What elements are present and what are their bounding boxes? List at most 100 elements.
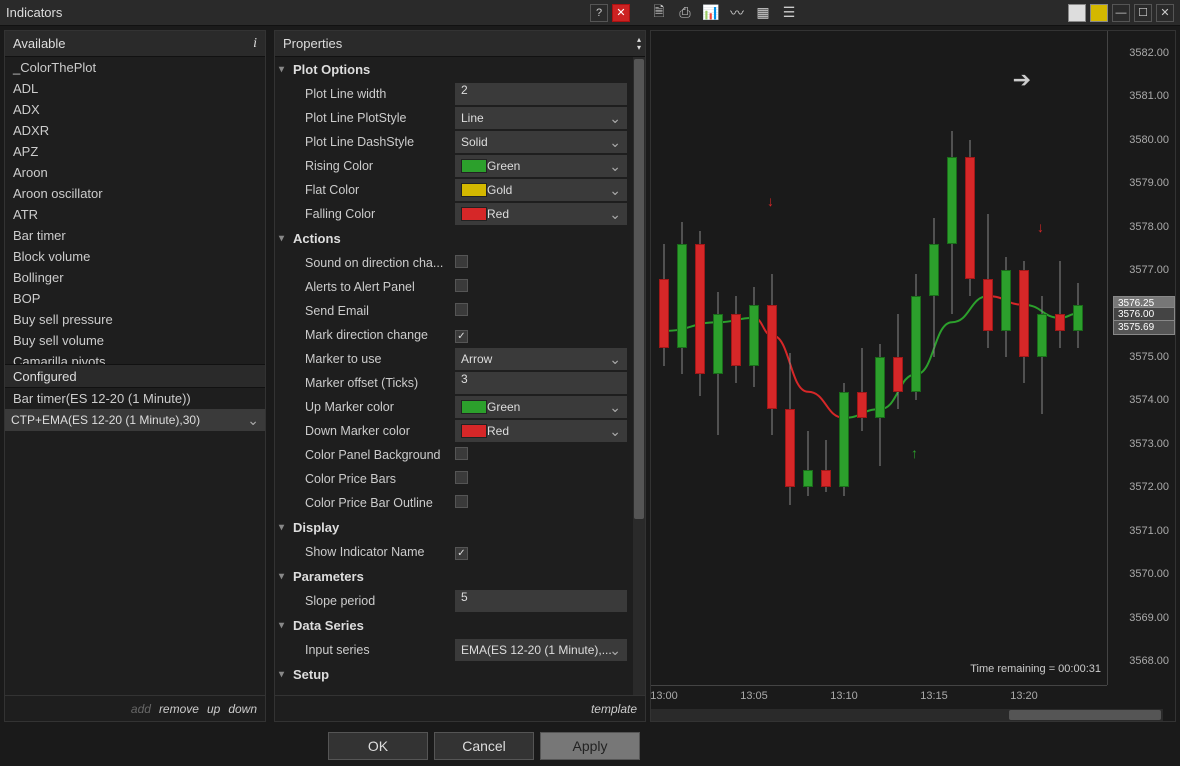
available-item[interactable]: Camarilla pivots [5,351,265,364]
row-plot-line-width: Plot Line width2 [275,82,633,106]
available-footer: add remove up down [5,695,265,721]
mark-direction-checkbox[interactable]: ✓ [455,330,468,343]
available-item[interactable]: ADX [5,99,265,120]
available-item[interactable]: ATR [5,204,265,225]
available-item[interactable]: Buy sell volume [5,330,265,351]
alerts-panel-checkbox[interactable] [455,279,468,292]
properties-footer: template [275,695,645,721]
properties-scrollbar[interactable] [633,57,645,695]
color-panel-bg-checkbox[interactable] [455,447,468,460]
configured-list[interactable]: Bar timer(ES 12-20 (1 Minute))CTP+EMA(ES… [5,388,265,695]
row-slope-period-label: Slope period [305,594,455,608]
row-falling-color: Falling Color Red [275,202,633,226]
group-display[interactable]: Display [275,515,633,540]
available-item[interactable]: Aroon [5,162,265,183]
time-tick: 13:20 [1010,690,1038,702]
maximize-icon[interactable]: ☐ [1134,4,1152,22]
properties-scroll[interactable]: Plot OptionsPlot Line width2 Plot Line Pl… [275,57,645,695]
show-indicator-name-checkbox[interactable]: ✓ [455,547,468,560]
available-item[interactable]: BOP [5,288,265,309]
tool-icon-4[interactable]: 〰 [726,4,748,22]
group-setup[interactable]: Setup [275,662,633,687]
apply-button[interactable]: Apply [540,732,640,760]
available-item[interactable]: _ColorThePlot [5,57,265,78]
price-tick: 3579.00 [1129,177,1169,189]
price-tick: 3581.00 [1129,90,1169,102]
swatch-white-icon[interactable] [1068,4,1086,22]
ok-button[interactable]: OK [328,732,428,760]
color-price-bars-checkbox[interactable] [455,471,468,484]
up-marker-color-select[interactable]: Green [455,396,627,418]
up-button[interactable]: up [207,702,220,716]
sound-on-direction-checkbox[interactable] [455,255,468,268]
up-marker-icon: ↑ [911,445,918,461]
price-tick: 3571.00 [1129,525,1169,537]
close-icon[interactable]: ✕ [1156,4,1174,22]
row-rising-color-label: Rising Color [305,159,455,173]
configured-header: Configured [5,364,265,388]
available-item[interactable]: APZ [5,141,265,162]
tool-icon-1[interactable]: 🗎 [648,4,670,22]
price-tick: 3574.00 [1129,394,1169,406]
available-item[interactable]: Aroon oscillator [5,183,265,204]
available-item[interactable]: Buy sell pressure [5,309,265,330]
tool-icon-6[interactable]: ☰ [778,4,800,22]
chart-h-scroll-thumb[interactable] [1009,710,1161,720]
configured-item[interactable]: CTP+EMA(ES 12-20 (1 Minute),30) [5,409,265,431]
available-item[interactable]: ADXR [5,120,265,141]
cancel-button[interactable]: Cancel [434,732,534,760]
available-list[interactable]: _ColorThePlotADLADXADXRAPZAroonAroon osc… [5,57,265,364]
falling-color-select[interactable]: Red [455,203,627,225]
configured-header-label: Configured [13,369,77,384]
down-marker-color-select[interactable]: Red [455,420,627,442]
group-parameters[interactable]: Parameters [275,564,633,589]
available-header-label: Available [13,36,66,51]
properties-sort-icon[interactable]: ▴▾ [637,36,641,52]
row-plot-line-dashstyle-label: Plot Line DashStyle [305,135,455,149]
row-up-marker-color-label: Up Marker color [305,400,455,414]
marker-to-use-select[interactable]: Arrow [455,348,627,370]
template-button[interactable]: template [591,702,637,716]
color-price-bar-outline-checkbox[interactable] [455,495,468,508]
rising-color-select[interactable]: Green [455,155,627,177]
configured-item[interactable]: Bar timer(ES 12-20 (1 Minute)) [5,388,265,409]
plot-line-dashstyle-select[interactable]: Solid [455,131,627,153]
flat-color-select[interactable]: Gold [455,179,627,201]
minimize-icon[interactable]: — [1112,4,1130,22]
price-tick: 3569.00 [1129,612,1169,624]
add-button[interactable]: add [131,702,151,716]
slope-period-input[interactable]: 5 [455,590,627,612]
group-plot-options[interactable]: Plot Options [275,57,633,82]
chart-area[interactable]: ➔ ↓↑↓ [651,31,1107,685]
available-item[interactable]: ADL [5,78,265,99]
row-up-marker-color: Up Marker color Green [275,395,633,419]
down-button[interactable]: down [228,702,257,716]
send-email-checkbox[interactable] [455,303,468,316]
row-send-email: Send Email [275,299,633,323]
rising-color-select-swatch [461,159,487,173]
available-item[interactable]: Bollinger [5,267,265,288]
available-item[interactable]: Block volume [5,246,265,267]
tool-icon-3[interactable]: 📊 [700,4,722,22]
plot-line-width-input[interactable]: 2 [455,83,627,105]
info-icon[interactable]: i [253,36,257,52]
input-series-select[interactable]: EMA(ES 12-20 (1 Minute),... [455,639,627,661]
remove-button[interactable]: remove [159,702,199,716]
row-down-marker-color-label: Down Marker color [305,424,455,438]
chart-h-scrollbar[interactable] [651,709,1163,721]
swatch-yellow-icon[interactable] [1090,4,1108,22]
properties-header: Properties ▴▾ [275,31,645,57]
price-tick: 3573.00 [1129,438,1169,450]
marker-offset-input[interactable]: 3 [455,372,627,394]
scrollbar-thumb[interactable] [634,59,644,519]
group-actions[interactable]: Actions [275,226,633,251]
group-data-series[interactable]: Data Series [275,613,633,638]
available-item[interactable]: Bar timer [5,225,265,246]
price-flag: 3575.69 [1113,320,1175,335]
help-icon[interactable]: ? [590,4,608,22]
tool-icon-5[interactable]: ▦ [752,4,774,22]
row-plot-line-plotstyle-label: Plot Line PlotStyle [305,111,455,125]
tool-icon-2[interactable]: ⎙ [674,4,696,22]
plot-line-plotstyle-select[interactable]: Line [455,107,627,129]
close-panel-icon[interactable]: ✕ [612,4,630,22]
